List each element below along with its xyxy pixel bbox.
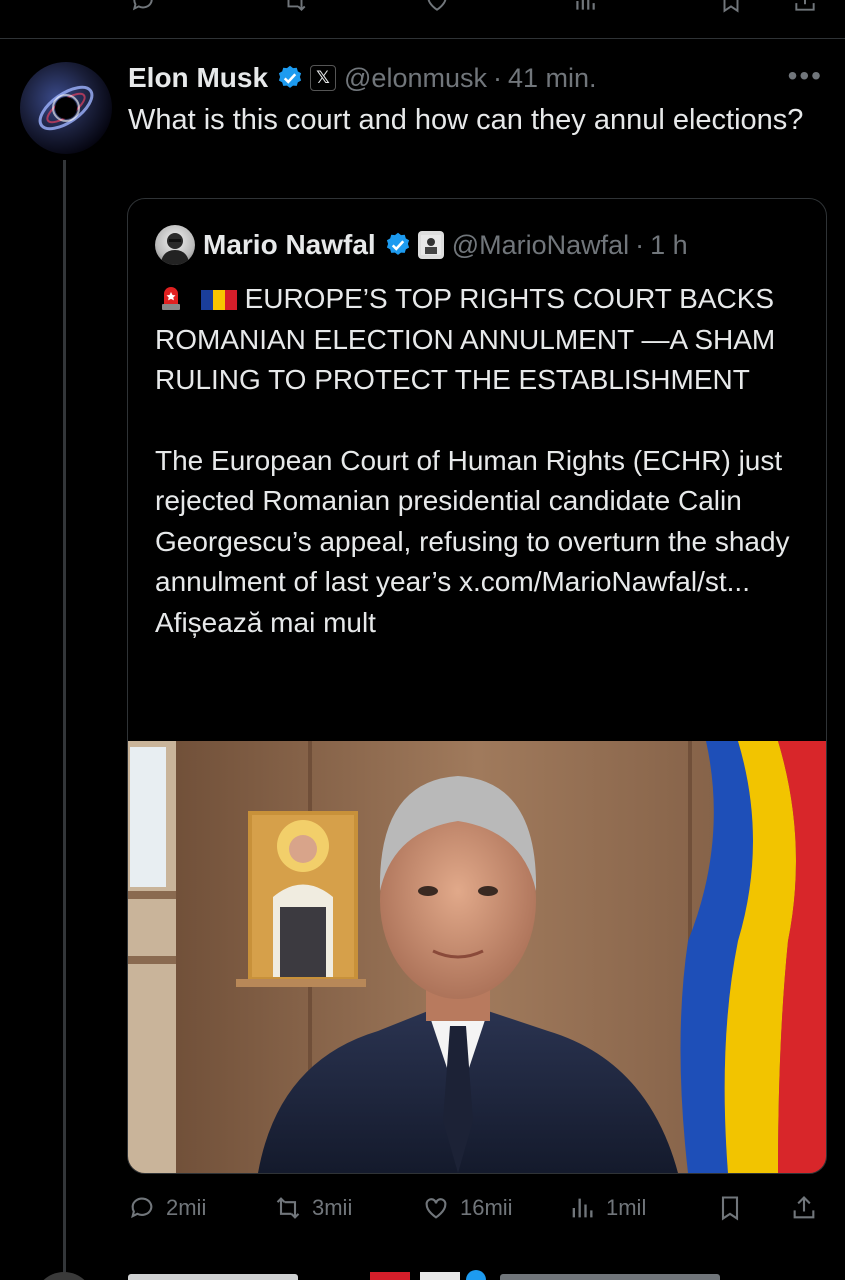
quoted-header: Mario Nawfal @MarioNawfal · 1 h	[155, 225, 688, 265]
portrait-image	[128, 741, 826, 1173]
avatar-image	[38, 85, 94, 131]
quoted-avatar[interactable]	[155, 225, 195, 265]
reply-icon	[131, 1197, 153, 1219]
repost-icon[interactable]	[282, 0, 308, 14]
quoted-body: The European Court of Human Rights (ECHR…	[155, 444, 790, 598]
author-name[interactable]: Elon Musk	[128, 62, 268, 94]
previous-post-actions	[0, 0, 845, 39]
share-button[interactable]	[790, 1188, 828, 1228]
share-icon	[793, 1196, 815, 1219]
reply-count: 2mii	[166, 1195, 207, 1220]
reply-icon[interactable]	[130, 0, 156, 14]
bookmark-icon[interactable]	[718, 0, 744, 14]
share-icon[interactable]	[792, 0, 818, 14]
quoted-author-name[interactable]: Mario Nawfal	[203, 229, 376, 261]
views-icon[interactable]	[572, 0, 598, 14]
show-more-link[interactable]: Afișează mai mult	[155, 607, 376, 638]
reply-button[interactable]: 2mii	[128, 1188, 206, 1228]
repost-count: 3mii	[312, 1195, 353, 1220]
quoted-post[interactable]: Mario Nawfal @MarioNawfal · 1 h EUROPE’S…	[127, 198, 827, 1174]
post-text: What is this court and how can they annu…	[128, 104, 804, 136]
quoted-headline: EUROPE’S TOP RIGHTS COURT BACKS ROMANIAN…	[155, 283, 776, 395]
x-affiliate-badge-icon: 𝕏	[310, 65, 337, 91]
quoted-handle[interactable]: @MarioNawfal	[452, 230, 629, 261]
post-actions: 2mii 3mii 16mii 1mil	[128, 1188, 828, 1228]
romania-flag-icon	[200, 290, 237, 310]
next-post-cropped	[0, 1262, 845, 1280]
repost-icon	[276, 1197, 300, 1219]
like-icon[interactable]	[424, 0, 450, 14]
quoted-media-image[interactable]	[128, 741, 826, 1173]
siren-icon	[162, 287, 180, 310]
more-options-icon[interactable]: •••	[788, 60, 823, 92]
repost-button[interactable]: 3mii	[274, 1188, 352, 1228]
like-icon	[425, 1198, 447, 1219]
post-header: Elon Musk 𝕏 @elonmusk · 41 min.	[128, 58, 597, 98]
affiliate-badge-icon	[417, 231, 444, 259]
views-button[interactable]: 1mil	[568, 1188, 646, 1228]
views-icon	[572, 1198, 593, 1218]
quoted-text: EUROPE’S TOP RIGHTS COURT BACKS ROMANIAN…	[155, 279, 805, 643]
quoted-time[interactable]: 1 h	[650, 230, 688, 261]
verified-badge-icon	[278, 65, 302, 88]
like-button[interactable]: 16mii	[422, 1188, 513, 1228]
author-avatar[interactable]	[20, 62, 112, 154]
view-count: 1mil	[606, 1195, 647, 1220]
post-time[interactable]: 41 min.	[508, 63, 597, 94]
bookmark-button[interactable]	[716, 1188, 754, 1228]
separator: ·	[492, 62, 502, 93]
bookmark-icon	[721, 1196, 739, 1221]
like-count: 16mii	[460, 1195, 513, 1220]
thread-line	[63, 160, 66, 1280]
verified-badge-icon	[386, 232, 409, 255]
separator: ·	[635, 229, 645, 260]
author-handle[interactable]: @elonmusk	[344, 63, 487, 94]
